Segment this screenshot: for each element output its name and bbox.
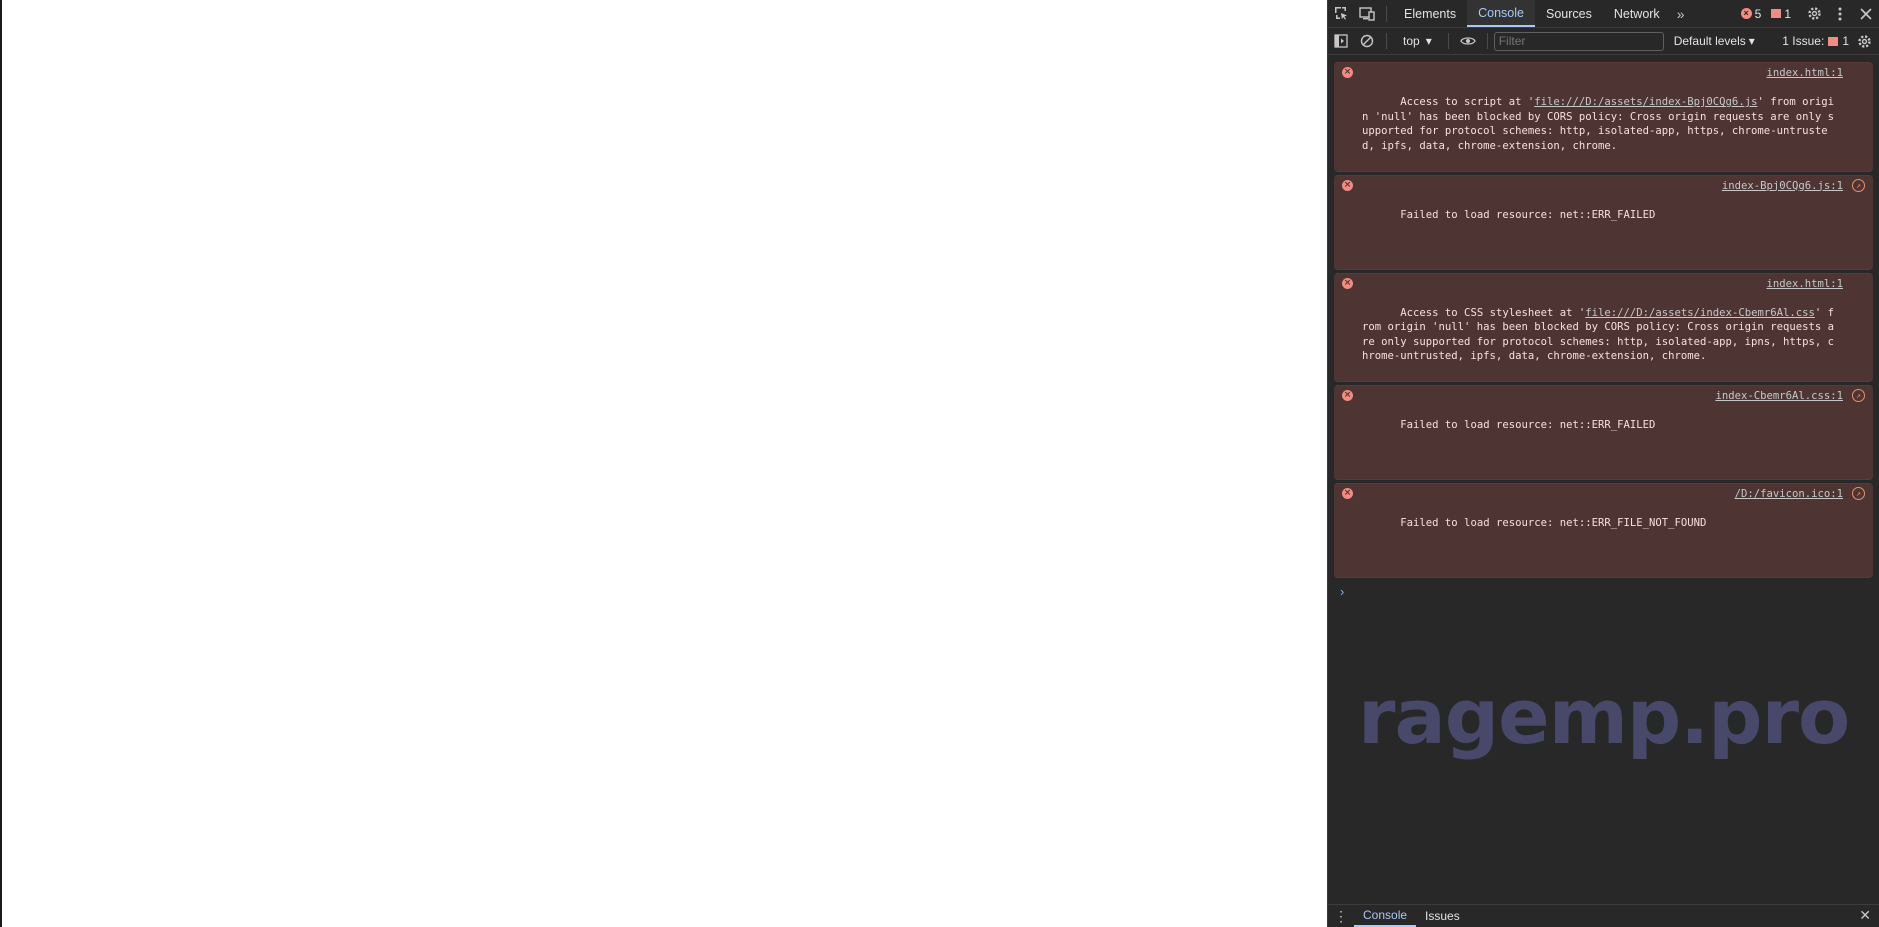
error-icon: × <box>1342 179 1353 191</box>
log-levels-label: Default levels <box>1673 34 1746 48</box>
context-selector[interactable]: top ▾ <box>1393 34 1442 48</box>
network-request-icon[interactable]: ↗ <box>1852 487 1865 500</box>
close-drawer-icon[interactable]: ✕ <box>1859 907 1871 924</box>
issue-flag-count: 1 <box>1784 6 1791 21</box>
log-levels-dropdown[interactable]: Default levels ▾ <box>1674 34 1755 48</box>
divider <box>1386 5 1387 22</box>
filter-input[interactable] <box>1493 31 1664 51</box>
live-expression-eye-icon[interactable] <box>1455 28 1481 54</box>
message-text: Access to CSS stylesheet at ' <box>1400 306 1586 319</box>
network-request-icon[interactable]: ↗ <box>1852 178 1865 192</box>
message-text: Failed to load resource: net::ERR_FAILED <box>1400 419 1656 431</box>
message-url-link[interactable]: file:///D:/assets/index-Bpj0CQg6.js <box>1534 96 1757 108</box>
watermark: ragemp.pro <box>1358 672 1850 761</box>
settings-gear-icon[interactable] <box>1801 1 1827 27</box>
console-error-message: × Failed to load resource: net::ERR_FAIL… <box>1334 385 1873 480</box>
message-source-link[interactable]: index-Cbemr6Al.css:1 <box>1711 389 1843 404</box>
divider <box>1447 33 1449 49</box>
message-text: Access to script at ' <box>1400 96 1535 108</box>
message-text: Failed to load resource: net::ERR_FAILED <box>1400 208 1656 221</box>
tab-network[interactable]: Network <box>1603 0 1671 27</box>
message-source-link[interactable]: index-Bpj0CQg6.js:1 <box>1717 178 1843 193</box>
console-output: × index.html:1 Access to script at 'file:… <box>1328 55 1879 599</box>
error-icon: × <box>1342 488 1353 499</box>
issues-count: 1 <box>1842 34 1849 48</box>
tab-elements[interactable]: Elements <box>1393 0 1467 27</box>
device-toolbar-icon[interactable] <box>1354 1 1380 27</box>
chevron-down-icon: ▾ <box>1748 34 1755 48</box>
error-icon: × <box>1740 8 1752 19</box>
tabbar-right: × 5 1 <box>1740 0 1879 27</box>
error-count: 5 <box>1754 6 1762 21</box>
message-source-link[interactable]: index.html:1 <box>1762 66 1843 81</box>
clear-console-icon[interactable] <box>1354 28 1380 54</box>
issue-flag-icon <box>1771 9 1782 18</box>
console-settings-gear-icon[interactable] <box>1851 28 1877 54</box>
console-toolbar: top ▾ Default levels ▾ 1 Issue: 1 <box>1328 28 1879 55</box>
issue-counter[interactable]: 1 <box>1771 7 1791 21</box>
tab-console[interactable]: Console <box>1467 0 1535 27</box>
divider <box>1386 33 1387 49</box>
more-tabs-icon[interactable]: » <box>1671 6 1691 22</box>
sidebar-toggle-icon[interactable] <box>1328 28 1354 54</box>
message-source-link[interactable]: index.html:1 <box>1762 276 1843 291</box>
context-label: top <box>1403 34 1420 48</box>
chevron-down-icon: ▾ <box>1425 34 1432 48</box>
message-source-link[interactable]: /D:/favicon.ico:1 <box>1730 487 1843 502</box>
inspect-element-icon[interactable] <box>1328 1 1354 27</box>
drawer-tab-console[interactable]: Console <box>1354 905 1417 927</box>
error-icon: × <box>1342 67 1353 78</box>
divider <box>1486 33 1488 49</box>
console-error-message: × index.html:1 Access to CSS stylesheet a… <box>1334 272 1873 382</box>
tab-sources[interactable]: Sources <box>1535 0 1603 27</box>
drawer-tab-issues[interactable]: Issues <box>1416 905 1469 927</box>
console-error-message: × index.html:1 Access to script at 'file:… <box>1334 62 1873 172</box>
drawer-tabbar: ⋮ Console Issues ✕ <box>1328 904 1879 927</box>
console-prompt-chevron-icon[interactable]: › <box>1340 584 1879 599</box>
network-request-icon[interactable]: ↗ <box>1852 389 1865 402</box>
error-counter[interactable]: × 5 <box>1740 6 1762 21</box>
issues-label: 1 Issue: <box>1782 34 1825 48</box>
page-viewport <box>0 0 1327 927</box>
issues-counter[interactable]: 1 Issue: 1 <box>1782 28 1849 54</box>
devtools-panel: Elements Console Sources Network » × 5 1 <box>1327 0 1879 927</box>
message-text: Failed to load resource: net::ERR_FILE_N… <box>1400 517 1707 529</box>
message-url-link[interactable]: file:///D:/assets/index-Cbemr6Al.css <box>1585 307 1815 319</box>
devtools-tabbar: Elements Console Sources Network » × 5 1 <box>1328 0 1879 28</box>
kebab-menu-icon[interactable] <box>1827 1 1853 27</box>
console-error-message: × Failed to load resource: net::ERR_FILE… <box>1334 483 1873 578</box>
error-icon: × <box>1342 277 1353 289</box>
issue-flag-icon <box>1828 36 1839 46</box>
close-devtools-icon[interactable] <box>1853 1 1879 27</box>
drawer-menu-icon[interactable]: ⋮ <box>1328 908 1354 925</box>
error-icon: × <box>1342 390 1353 401</box>
console-error-message: × Failed to load resource: net::ERR_FAIL… <box>1334 174 1873 270</box>
